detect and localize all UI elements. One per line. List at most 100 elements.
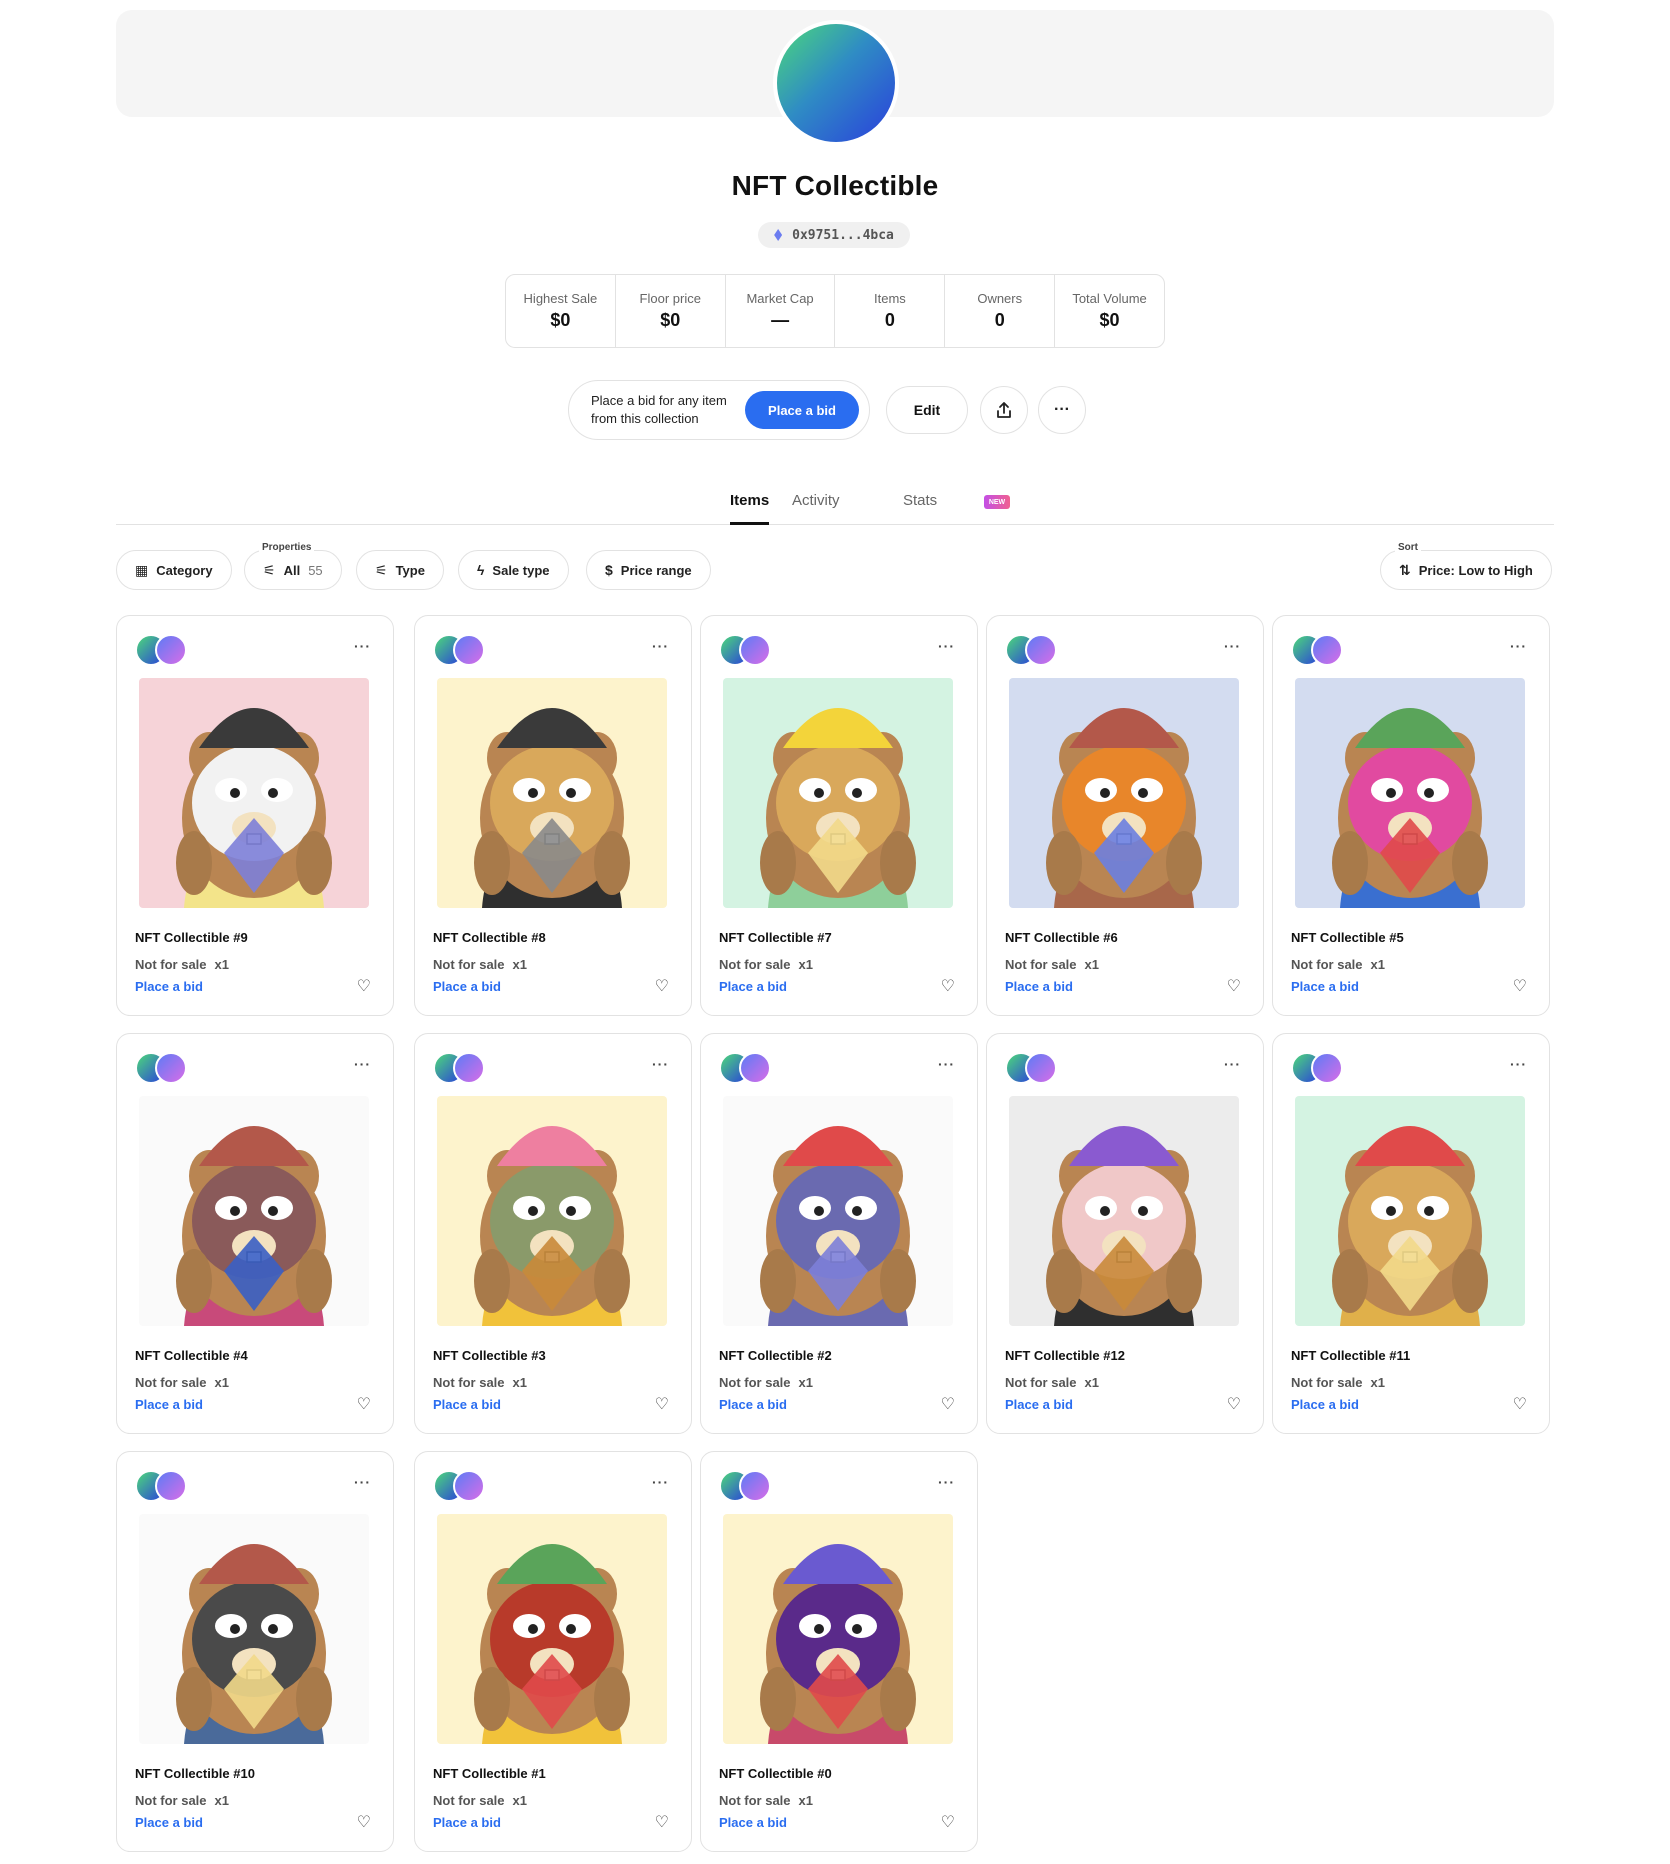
place-bid-link[interactable]: Place a bid [1005,1397,1073,1412]
heart-icon[interactable]: ♡ [655,1812,669,1832]
place-bid-link[interactable]: Place a bid [135,1397,203,1412]
heart-icon[interactable]: ♡ [1227,976,1241,996]
nft-image[interactable] [1009,1096,1239,1326]
more-icon[interactable]: ··· [938,1056,955,1072]
nft-image[interactable] [139,1514,369,1744]
nft-image[interactable] [1295,678,1525,908]
owner-avatar[interactable] [1311,1052,1343,1084]
nft-card[interactable]: ··· NFT Collectible #10 Not for sale x1 P… [116,1451,394,1852]
heart-icon[interactable]: ♡ [357,1812,371,1832]
more-icon[interactable]: ··· [354,1474,371,1490]
place-bid-link[interactable]: Place a bid [719,979,787,994]
place-bid-link[interactable]: Place a bid [1291,1397,1359,1412]
nft-image[interactable] [437,1514,667,1744]
owner-avatars[interactable] [135,634,187,666]
nft-card[interactable]: ··· NFT Collectible #8 Not for sale x1 Pl… [414,615,692,1016]
heart-icon[interactable]: ♡ [1513,976,1527,996]
owner-avatars[interactable] [1291,1052,1343,1084]
sort-dropdown[interactable]: Sort ⇅ Price: Low to High [1380,542,1552,590]
place-bid-link[interactable]: Place a bid [433,979,501,994]
nft-card[interactable]: ··· NFT Collectible #6 Not for sale x1 Pl… [986,615,1264,1016]
nft-image[interactable] [139,678,369,908]
tab-items[interactable]: Items [730,492,769,509]
share-button[interactable] [980,386,1028,434]
nft-card[interactable]: ··· NFT Collectible #2 Not for sale x1 Pl… [700,1033,978,1434]
more-icon[interactable]: ··· [1224,1056,1241,1072]
heart-icon[interactable]: ♡ [1227,1394,1241,1414]
price-range-filter[interactable]: $ Price range [586,550,711,590]
nft-image[interactable] [723,1514,953,1744]
nft-image[interactable] [437,678,667,908]
nft-image[interactable] [723,678,953,908]
more-icon[interactable]: ··· [1224,638,1241,654]
place-bid-button[interactable]: Place a bid [745,391,859,429]
category-filter[interactable]: ▦ Category [116,550,232,590]
contract-address[interactable]: 0x9751...4bca [758,222,910,248]
owner-avatars[interactable] [135,1470,187,1502]
nft-image[interactable] [437,1096,667,1326]
nft-image[interactable] [1009,678,1239,908]
owner-avatar[interactable] [739,1052,771,1084]
owner-avatar[interactable] [155,634,187,666]
nft-card[interactable]: ··· NFT Collectible #0 Not for sale x1 Pl… [700,1451,978,1852]
owner-avatars[interactable] [1291,634,1343,666]
nft-card[interactable]: ··· NFT Collectible #11 Not for sale x1 P… [1272,1033,1550,1434]
more-icon[interactable]: ··· [652,1474,669,1490]
owner-avatars[interactable] [433,634,485,666]
nft-card[interactable]: ··· NFT Collectible #12 Not for sale x1 P… [986,1033,1264,1434]
nft-card[interactable]: ··· NFT Collectible #5 Not for sale x1 Pl… [1272,615,1550,1016]
more-icon[interactable]: ··· [1510,638,1527,654]
sale-type-filter[interactable]: ϟ Sale type [458,550,569,590]
more-icon[interactable]: ··· [652,638,669,654]
owner-avatars[interactable] [1005,634,1057,666]
owner-avatars[interactable] [433,1052,485,1084]
owner-avatar[interactable] [453,1470,485,1502]
owner-avatar[interactable] [739,1470,771,1502]
properties-filter[interactable]: Properties ⚟ All 55 [244,542,342,590]
place-bid-link[interactable]: Place a bid [135,1815,203,1830]
owner-avatar[interactable] [453,1052,485,1084]
owner-avatar[interactable] [739,634,771,666]
nft-card[interactable]: ··· NFT Collectible #1 Not for sale x1 Pl… [414,1451,692,1852]
more-options-button[interactable]: ··· [1038,386,1086,434]
heart-icon[interactable]: ♡ [655,1394,669,1414]
more-icon[interactable]: ··· [938,638,955,654]
more-icon[interactable]: ··· [354,1056,371,1072]
heart-icon[interactable]: ♡ [941,1394,955,1414]
owner-avatar[interactable] [155,1052,187,1084]
owner-avatars[interactable] [719,1052,771,1084]
more-icon[interactable]: ··· [1510,1056,1527,1072]
owner-avatar[interactable] [1025,634,1057,666]
nft-image[interactable] [139,1096,369,1326]
nft-image[interactable] [723,1096,953,1326]
heart-icon[interactable]: ♡ [1513,1394,1527,1414]
owner-avatar[interactable] [155,1470,187,1502]
place-bid-link[interactable]: Place a bid [433,1815,501,1830]
heart-icon[interactable]: ♡ [357,976,371,996]
owner-avatars[interactable] [719,1470,771,1502]
place-bid-link[interactable]: Place a bid [135,979,203,994]
owner-avatar[interactable] [1025,1052,1057,1084]
nft-image[interactable] [1295,1096,1525,1326]
place-bid-link[interactable]: Place a bid [719,1815,787,1830]
tab-stats[interactable]: Stats [903,492,937,509]
owner-avatars[interactable] [719,634,771,666]
owner-avatar[interactable] [453,634,485,666]
place-bid-link[interactable]: Place a bid [719,1397,787,1412]
tab-activity[interactable]: Activity [792,492,840,509]
place-bid-link[interactable]: Place a bid [1291,979,1359,994]
heart-icon[interactable]: ♡ [941,1812,955,1832]
nft-card[interactable]: ··· NFT Collectible #3 Not for sale x1 Pl… [414,1033,692,1434]
more-icon[interactable]: ··· [652,1056,669,1072]
more-icon[interactable]: ··· [354,638,371,654]
owner-avatars[interactable] [135,1052,187,1084]
owner-avatars[interactable] [433,1470,485,1502]
place-bid-link[interactable]: Place a bid [1005,979,1073,994]
place-bid-link[interactable]: Place a bid [433,1397,501,1412]
heart-icon[interactable]: ♡ [941,976,955,996]
nft-card[interactable]: ··· NFT Collectible #4 Not for sale x1 Pl… [116,1033,394,1434]
nft-card[interactable]: ··· NFT Collectible #9 Not for sale x1 Pl… [116,615,394,1016]
more-icon[interactable]: ··· [938,1474,955,1490]
heart-icon[interactable]: ♡ [655,976,669,996]
type-filter[interactable]: ⚟ Type [356,550,444,590]
